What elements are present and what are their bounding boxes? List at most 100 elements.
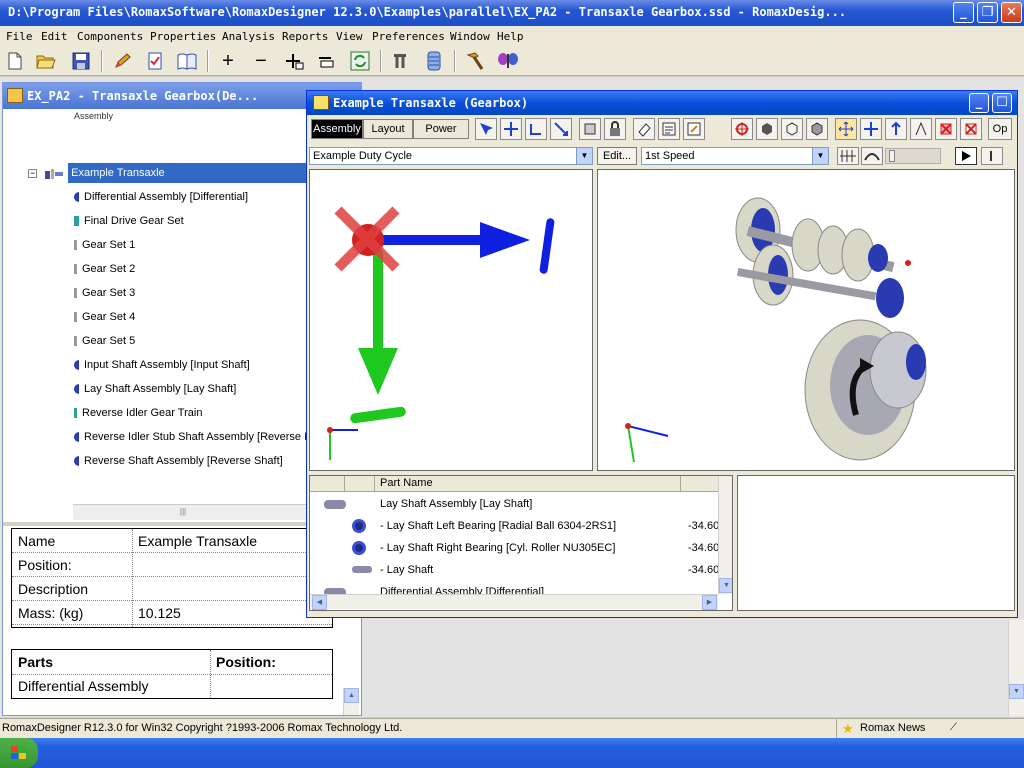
tab-assembly[interactable]: Assembly <box>311 119 363 139</box>
gearbox-maximize-button[interactable]: ☐ <box>992 93 1012 113</box>
tab-layout[interactable]: Layout <box>363 119 413 139</box>
zoom-view-icon[interactable] <box>885 118 907 140</box>
3d-canvas[interactable] <box>598 170 1014 470</box>
scale-node-icon[interactable] <box>550 118 572 140</box>
tree-item[interactable]: Lay Shaft Assembly [Lay Shaft] <box>74 379 236 399</box>
parts-row[interactable]: Differential Assembly <box>18 678 148 694</box>
tree-item[interactable]: Differential Assembly [Differential] <box>74 187 248 207</box>
property-row[interactable]: Position: <box>12 553 332 577</box>
chevron-down-icon[interactable]: ▼ <box>812 148 828 164</box>
plus-icon[interactable]: + <box>217 50 239 72</box>
select-nodes-icon[interactable] <box>475 118 497 140</box>
wrench-icon[interactable] <box>390 50 412 72</box>
menu-components[interactable]: Components <box>77 30 143 43</box>
pin-icon[interactable]: ⟋ <box>950 722 957 733</box>
slider-thumb[interactable] <box>889 150 895 162</box>
collapse-box-icon[interactable]: − <box>28 168 37 178</box>
tree-item-example-transaxle[interactable]: − Example Transaxle <box>28 163 310 183</box>
solid-view-icon[interactable] <box>756 118 778 140</box>
scroll-down-arrow-icon[interactable]: ▼ <box>719 578 732 593</box>
insert-component-icon[interactable] <box>579 118 601 140</box>
hide-unselected-icon[interactable] <box>960 118 982 140</box>
pause-icon[interactable] <box>981 147 1003 165</box>
list-vertical-scrollbar[interactable]: ▼ <box>718 476 732 594</box>
column-header-part-name[interactable]: Part Name <box>380 477 433 489</box>
schematic-view[interactable] <box>309 169 593 471</box>
start-button[interactable] <box>0 738 38 768</box>
tree-item[interactable]: Reverse Shaft Assembly [Reverse Shaft] <box>74 451 283 471</box>
chevron-down-icon[interactable]: ▼ <box>576 148 592 164</box>
align-node-icon[interactable] <box>525 118 547 140</box>
edit-sheet-icon[interactable] <box>683 118 705 140</box>
refresh-icon[interactable] <box>349 50 371 72</box>
checklist-icon[interactable] <box>144 50 166 72</box>
add-component-icon[interactable] <box>283 50 305 72</box>
tree-horizontal-scrollbar[interactable]: ||| <box>73 504 309 520</box>
mdi-vertical-scrollbar[interactable]: ▼ <box>1008 620 1024 716</box>
menu-analysis[interactable]: Analysis <box>222 30 275 43</box>
pan-view-icon[interactable] <box>860 118 882 140</box>
scroll-left-arrow-icon[interactable]: ◀ <box>312 595 327 610</box>
target-icon[interactable] <box>731 118 753 140</box>
tree-item[interactable]: Gear Set 4 <box>74 307 135 327</box>
list-row[interactable]: - Lay Shaft Right Bearing [Cyl. Roller N… <box>310 538 719 560</box>
properties-sheet-icon[interactable] <box>658 118 680 140</box>
butterfly-icon[interactable] <box>497 50 519 72</box>
measure-icon[interactable] <box>910 118 932 140</box>
tree-item[interactable]: Reverse Idler Stub Shaft Assembly [Rever… <box>74 427 310 447</box>
scroll-grip-icon[interactable]: ||| <box>163 507 203 517</box>
list-horizontal-scrollbar[interactable]: ◀ ▶ <box>310 594 718 610</box>
open-folder-icon[interactable] <box>35 50 57 72</box>
tree-item[interactable]: Gear Set 3 <box>74 283 135 303</box>
tree-item[interactable]: Gear Set 2 <box>74 259 135 279</box>
menu-edit[interactable]: Edit <box>41 30 68 43</box>
eraser-icon[interactable] <box>633 118 655 140</box>
database-icon[interactable] <box>423 50 445 72</box>
hammer-icon[interactable] <box>464 50 486 72</box>
property-row[interactable]: Description <box>12 577 332 601</box>
tree-item[interactable]: Input Shaft Assembly [Input Shaft] <box>74 355 250 375</box>
menu-preferences[interactable]: Preferences <box>372 30 445 43</box>
animation-slider[interactable] <box>885 148 941 164</box>
speed-select[interactable]: 1st Speed ▼ <box>641 147 829 165</box>
gear-mesh-icon[interactable] <box>837 147 859 165</box>
menu-reports[interactable]: Reports <box>282 30 328 43</box>
shaft-end-node[interactable] <box>539 218 555 275</box>
tab-power[interactable]: Power <box>413 119 469 139</box>
property-row[interactable]: Name Example Transaxle <box>12 529 332 553</box>
gearbox-minimize-button[interactable]: _ <box>969 93 989 113</box>
romax-news-link[interactable]: Romax News <box>860 722 925 734</box>
scroll-right-arrow-icon[interactable]: ▶ <box>702 595 717 610</box>
list-row[interactable]: - Lay Shaft Left Bearing [Radial Ball 63… <box>310 516 719 538</box>
menu-properties[interactable]: Properties <box>150 30 216 43</box>
remove-component-icon[interactable] <box>316 50 338 72</box>
shaft-end-node-green[interactable] <box>350 406 407 424</box>
play-icon[interactable] <box>955 147 977 165</box>
maximize-button[interactable]: ❐ <box>977 2 998 23</box>
scroll-up-arrow-icon[interactable]: ▲ <box>344 688 359 703</box>
menu-help[interactable]: Help <box>497 30 524 43</box>
options-button[interactable]: Op <box>988 118 1012 140</box>
save-icon[interactable] <box>70 50 92 72</box>
minimize-button[interactable]: _ <box>953 2 974 23</box>
menu-file[interactable]: File <box>6 30 33 43</box>
wire-view-icon[interactable] <box>781 118 803 140</box>
rotate-view-icon[interactable] <box>835 118 857 140</box>
list-row[interactable]: - Lay Shaft -34.60 <box>310 560 719 582</box>
menu-view[interactable]: View <box>336 30 363 43</box>
rotation-direction-icon[interactable] <box>861 147 883 165</box>
schematic-canvas[interactable] <box>310 170 592 470</box>
lock-component-icon[interactable] <box>604 118 626 140</box>
gearbox-window-titlebar[interactable]: Example Transaxle (Gearbox) _ ☐ <box>307 91 1017 115</box>
hide-selected-icon[interactable] <box>935 118 957 140</box>
3d-model-view[interactable] <box>597 169 1015 471</box>
list-row[interactable]: Lay Shaft Assembly [Lay Shaft] <box>310 494 718 516</box>
close-button[interactable]: ✕ <box>1001 2 1022 23</box>
property-row[interactable]: Mass: (kg) 10.125 <box>12 601 332 625</box>
new-file-icon[interactable] <box>4 50 26 72</box>
edit-duty-cycle-button[interactable]: Edit... <box>597 147 637 165</box>
move-node-icon[interactable] <box>500 118 522 140</box>
tree-item[interactable]: Final Drive Gear Set <box>74 211 184 231</box>
section-view-icon[interactable] <box>806 118 828 140</box>
tree-item[interactable]: Reverse Idler Gear Train <box>74 403 202 423</box>
